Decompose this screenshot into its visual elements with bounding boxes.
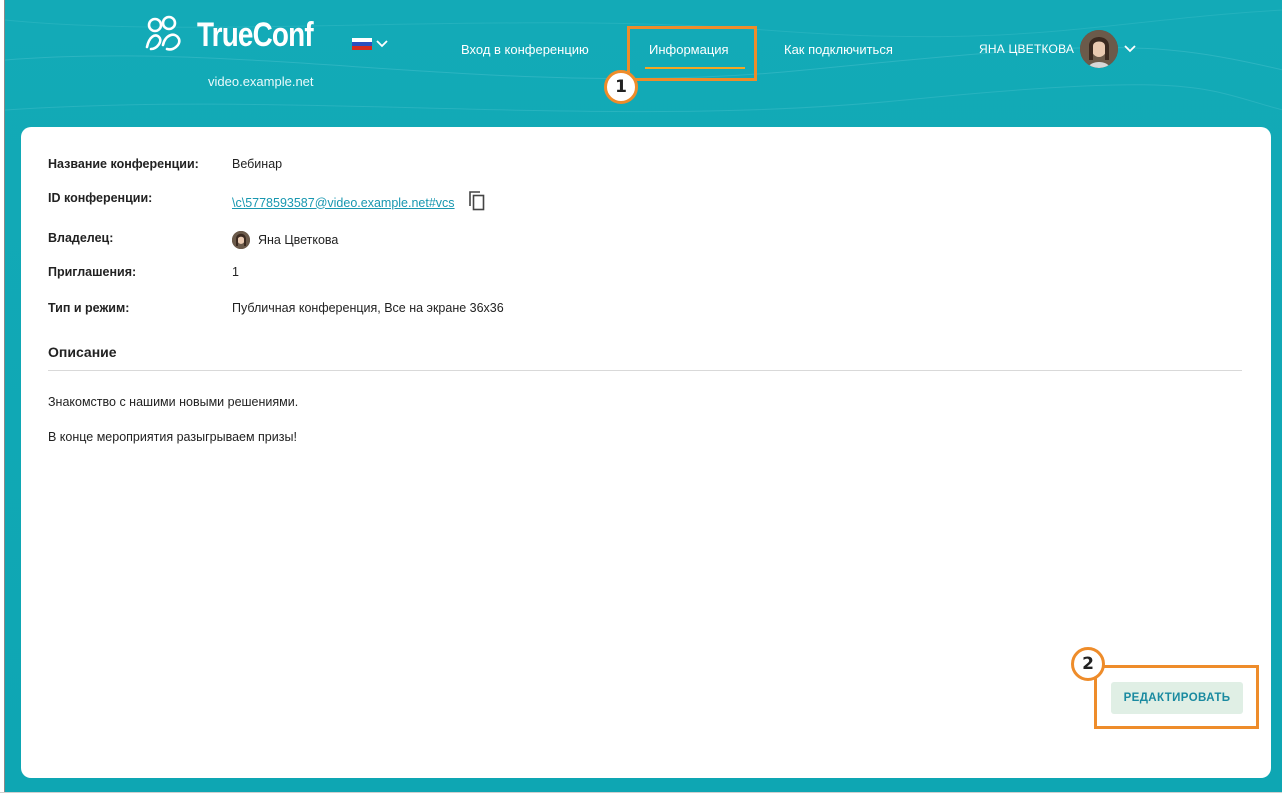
logo-people-icon (145, 15, 181, 51)
user-photo-icon (1080, 30, 1119, 68)
description-line: Знакомство с нашими новыми решениями. (48, 395, 299, 409)
ru-flag-icon (352, 38, 372, 50)
nav-join-conference[interactable]: Вход в конференцию (461, 42, 589, 57)
type-value: Публичная конференция, Все на экране 36x… (232, 301, 504, 315)
copy-icon[interactable] (468, 191, 485, 214)
annotation-box-1 (627, 26, 757, 81)
conference-name-value: Вебинар (232, 157, 283, 171)
language-selector[interactable] (352, 38, 388, 50)
description-line: В конце мероприятия разыгрываем призы! (48, 430, 297, 444)
description-divider (48, 370, 1242, 371)
owner-name: Яна Цветкова (258, 233, 339, 247)
chevron-down-icon (376, 40, 388, 48)
app-frame: TrueConf video.example.net Вход в конфер… (4, 0, 1282, 792)
description-title: Описание (48, 344, 117, 360)
conference-id-link[interactable]: \c\5778593587@video.example.net#vcs (232, 196, 455, 210)
conference-id-label: ID конференции: (48, 191, 153, 205)
annotation-number-2: 2 (1071, 647, 1105, 681)
owner-value-wrap: Яна Цветкова (232, 231, 338, 249)
conference-id-value-wrap: \c\5778593587@video.example.net#vcs (232, 191, 485, 214)
server-domain: video.example.net (208, 74, 314, 89)
trueconf-logo[interactable]: TrueConf (143, 10, 338, 60)
invites-value: 1 (232, 265, 239, 279)
user-name: ЯНА ЦВЕТКОВА (979, 42, 1075, 56)
logo-text: TrueConf (197, 15, 314, 54)
user-avatar (1080, 30, 1119, 68)
conference-name-label: Название конференции: (48, 157, 199, 171)
owner-label: Владелец: (48, 231, 114, 245)
user-menu[interactable]: ЯНА ЦВЕТКОВА (979, 30, 1136, 68)
invites-label: Приглашения: (48, 265, 137, 279)
owner-avatar (232, 231, 250, 249)
annotation-number-1: 1 (604, 70, 638, 104)
type-label: Тип и режим: (48, 301, 130, 315)
nav-how-to-connect[interactable]: Как подключиться (784, 42, 893, 57)
chevron-down-icon (1124, 45, 1136, 53)
annotation-box-2 (1094, 665, 1259, 729)
